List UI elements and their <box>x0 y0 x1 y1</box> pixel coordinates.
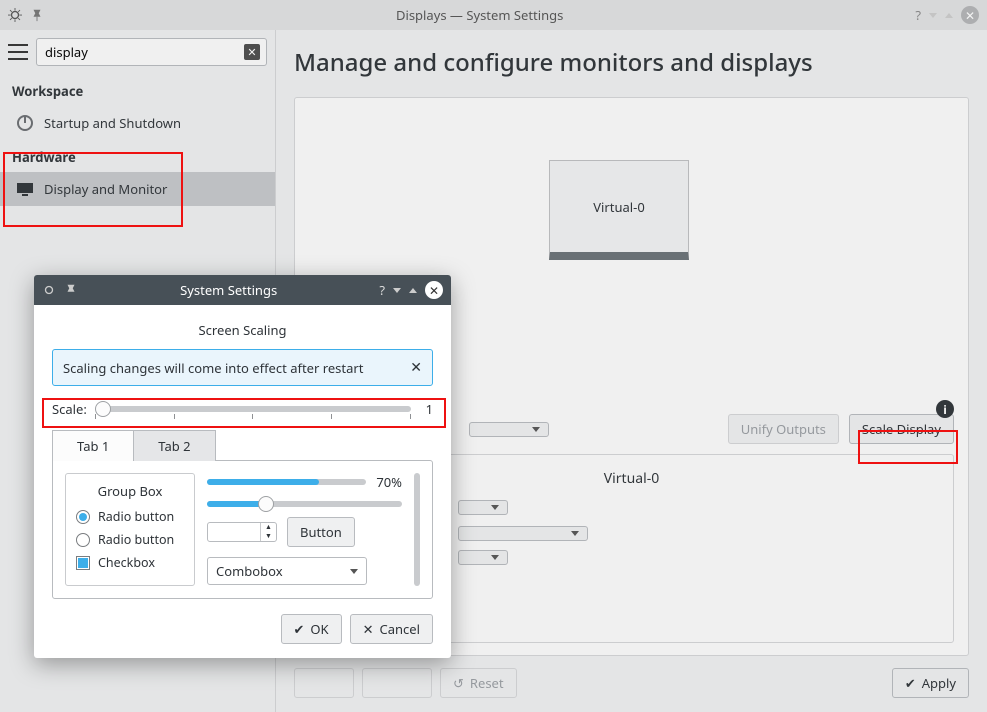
scale-display-button[interactable]: Scale Display <box>849 414 954 444</box>
sidebar-item-label: Startup and Shutdown <box>44 114 181 132</box>
pin-icon[interactable] <box>30 8 44 22</box>
screen-scaling-dialog: System Settings ? ✕ Screen Scaling Scali… <box>34 275 451 658</box>
reset-button[interactable]: ↺Reset <box>440 668 517 698</box>
dialog-subtitle: Screen Scaling <box>52 321 433 339</box>
minimize-icon[interactable] <box>929 13 937 18</box>
close-icon[interactable]: ✕ <box>425 281 443 299</box>
demo-button[interactable]: Button <box>287 517 355 547</box>
category-hardware: Hardware <box>0 140 275 172</box>
sidebar-item-display[interactable]: Display and Monitor <box>0 172 275 206</box>
sidebar-item-label: Display and Monitor <box>44 180 167 198</box>
dismiss-message-icon[interactable]: ✕ <box>410 358 422 377</box>
search-input[interactable]: ✕ <box>36 38 267 66</box>
scrollbar[interactable] <box>414 473 420 586</box>
menu-icon[interactable] <box>8 44 28 60</box>
help-icon[interactable]: ? <box>915 6 921 24</box>
radio-1[interactable]: Radio button <box>76 508 184 525</box>
demo-combobox[interactable]: Combobox <box>207 557 367 585</box>
info-message-text: Scaling changes will come into effect af… <box>63 359 363 377</box>
spin-down-icon: ▼ <box>261 532 276 541</box>
progress-value: 70% <box>376 473 402 491</box>
monitor-tile[interactable]: Virtual-0 <box>549 160 689 260</box>
minimize-icon[interactable] <box>393 288 401 293</box>
close-icon[interactable]: ✕ <box>961 6 979 24</box>
tab-2[interactable]: Tab 2 <box>134 430 215 461</box>
info-icon[interactable]: i <box>936 400 954 418</box>
maximize-icon[interactable] <box>945 13 953 18</box>
info-message: Scaling changes will come into effect af… <box>52 349 433 386</box>
monitor-icon <box>16 180 34 198</box>
scale-value: 1 <box>419 400 433 418</box>
apply-button[interactable]: ✔Apply <box>892 668 969 698</box>
tab-1[interactable]: Tab 1 <box>52 430 134 461</box>
setting-dropdown-1[interactable] <box>458 500 508 515</box>
sidebar-item-startup[interactable]: Startup and Shutdown <box>0 106 275 140</box>
groupbox-title: Group Box <box>76 482 184 500</box>
page-title: Manage and configure monitors and displa… <box>294 46 969 79</box>
scale-label: Scale: <box>52 400 87 418</box>
unify-outputs-button[interactable]: Unify Outputs <box>728 414 839 444</box>
window-titlebar: Displays — System Settings ? ✕ <box>0 0 987 30</box>
cancel-button[interactable]: ✕Cancel <box>350 614 433 644</box>
checkbox-1[interactable]: Checkbox <box>76 554 184 571</box>
hidden-btn-1[interactable] <box>294 668 354 698</box>
partial-dropdown[interactable] <box>469 422 549 437</box>
power-icon <box>16 114 34 132</box>
hidden-btn-2[interactable] <box>362 668 432 698</box>
clear-search-icon[interactable]: ✕ <box>244 44 260 60</box>
pin-icon[interactable] <box>64 283 78 297</box>
radio-2[interactable]: Radio button <box>76 531 184 548</box>
bottom-action-bar: ↺Reset ✔Apply <box>294 668 969 698</box>
window-title: Displays — System Settings <box>44 6 915 24</box>
maximize-icon[interactable] <box>409 288 417 293</box>
category-workspace: Workspace <box>0 74 275 106</box>
scale-row: Scale: 1 <box>52 400 433 418</box>
help-icon[interactable]: ? <box>379 281 385 299</box>
settings-icon <box>8 8 22 22</box>
ok-button[interactable]: ✔OK <box>281 614 342 644</box>
spinbox[interactable]: ▲▼ <box>207 522 277 542</box>
tab-content: Group Box Radio button Radio button Chec… <box>52 460 433 599</box>
demo-slider[interactable] <box>207 501 402 507</box>
progress-bar <box>207 479 366 485</box>
dialog-title: System Settings <box>78 281 379 299</box>
spin-up-icon: ▲ <box>261 523 276 532</box>
group-box: Group Box Radio button Radio button Chec… <box>65 473 195 586</box>
orientation-dropdown[interactable] <box>458 526 588 541</box>
search-field[interactable] <box>43 42 244 62</box>
settings-icon <box>42 283 56 297</box>
setting-dropdown-2[interactable] <box>458 550 508 565</box>
scale-slider[interactable] <box>95 406 411 412</box>
monitor-label: Virtual-0 <box>593 198 645 216</box>
